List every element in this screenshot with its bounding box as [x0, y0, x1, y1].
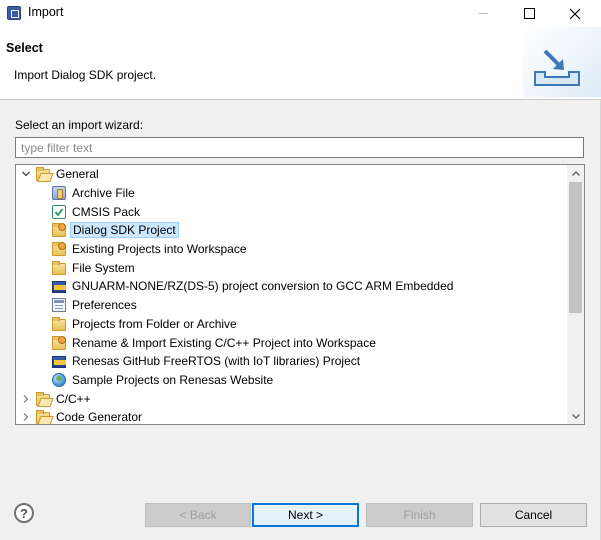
- tree-item-label: Archive File: [72, 186, 135, 201]
- import-tray-icon: [534, 49, 580, 86]
- tree-item-label: Existing Projects into Workspace: [72, 242, 247, 257]
- tree-item-cmsis-pack[interactable]: CMSIS Pack: [16, 202, 567, 221]
- minimize-button[interactable]: [460, 0, 506, 27]
- help-button[interactable]: ?: [14, 503, 34, 523]
- wizard-header: Select Import Dialog SDK project.: [0, 27, 601, 100]
- folder-icon: [52, 260, 66, 275]
- page-description: Import Dialog SDK project.: [14, 68, 157, 82]
- tree-item-code-generator[interactable]: Code Generator: [16, 408, 567, 425]
- chevron-down-icon[interactable]: [20, 168, 32, 180]
- back-button[interactable]: < Back: [145, 503, 251, 527]
- tree-item-label: C/C++: [56, 391, 91, 406]
- tree-item-preferences[interactable]: Preferences: [16, 296, 567, 315]
- chevron-right-icon[interactable]: [20, 393, 32, 405]
- tree-item-label: GNUARM-NONE/RZ(DS-5) project conversion …: [72, 279, 454, 294]
- gnu-folder-icon: [52, 356, 66, 369]
- filter-input[interactable]: [15, 137, 584, 158]
- folder-open-icon: [36, 410, 50, 424]
- chevron-down-icon: [571, 413, 580, 419]
- tree-item-gnuarm-conversion[interactable]: GNUARM-NONE/RZ(DS-5) project conversion …: [16, 277, 567, 296]
- tree-item-label: General: [56, 167, 99, 182]
- maximize-button[interactable]: [506, 0, 552, 27]
- tree-item-dialog-sdk-project[interactable]: Dialog SDK Project: [16, 221, 567, 240]
- vertical-scrollbar[interactable]: [567, 165, 584, 424]
- cancel-button[interactable]: Cancel: [480, 503, 587, 527]
- tree-item-label: File System: [72, 260, 135, 275]
- tree-item-label: Preferences: [72, 298, 137, 313]
- tree-item-file-system[interactable]: File System: [16, 258, 567, 277]
- tree-item-renesas-freertos[interactable]: Renesas GitHub FreeRTOS (with IoT librar…: [16, 352, 567, 371]
- folder-icon: [52, 316, 66, 331]
- folder-open-icon: [36, 167, 50, 182]
- close-icon: [569, 8, 581, 19]
- window-title: Import: [28, 5, 64, 19]
- banner-area: [523, 27, 601, 97]
- wizard-tree[interactable]: General Archive File CMSIS Pack Dialog S…: [15, 164, 585, 425]
- preferences-icon: [52, 298, 66, 313]
- tree-item-cpp[interactable]: C/C++: [16, 389, 567, 408]
- folder-open-icon: [36, 391, 50, 406]
- tree-item-label: Renesas GitHub FreeRTOS (with IoT librar…: [72, 354, 361, 369]
- scrollbar-thumb[interactable]: [569, 182, 582, 313]
- chevron-right-icon[interactable]: [20, 411, 32, 423]
- gnu-folder-icon: [52, 281, 66, 294]
- next-button[interactable]: Next >: [252, 503, 359, 527]
- tree-rows: General Archive File CMSIS Pack Dialog S…: [16, 165, 567, 425]
- maximize-icon: [523, 8, 535, 19]
- tree-item-archive-file[interactable]: Archive File: [16, 184, 567, 203]
- scroll-down-button[interactable]: [567, 407, 584, 424]
- archive-file-icon: [52, 186, 66, 201]
- tree-item-label: Projects from Folder or Archive: [72, 316, 237, 331]
- chevron-up-icon: [571, 170, 580, 176]
- tree-item-label: Dialog SDK Project: [70, 222, 179, 239]
- tree-item-general[interactable]: General: [16, 165, 567, 184]
- cmsis-pack-icon: [52, 204, 66, 219]
- import-folder-icon: [52, 335, 66, 350]
- tree-item-projects-from-folder[interactable]: Projects from Folder or Archive: [16, 315, 567, 334]
- import-folder-icon: [52, 223, 66, 238]
- tree-item-label: Code Generator: [56, 410, 143, 425]
- tree-item-existing-projects[interactable]: Existing Projects into Workspace: [16, 240, 567, 259]
- scroll-up-button[interactable]: [567, 165, 584, 182]
- tree-item-label: Rename & Import Existing C/C++ Project i…: [72, 335, 376, 350]
- minimize-icon: [478, 13, 488, 14]
- tree-item-sample-projects[interactable]: Sample Projects on Renesas Website: [16, 371, 567, 390]
- tree-item-label: CMSIS Pack: [72, 204, 141, 219]
- import-dialog: Import Select Import Dialog SDK project.…: [0, 0, 601, 540]
- wizard-label: Select an import wizard:: [15, 118, 144, 132]
- app-icon: [7, 6, 21, 20]
- tree-item-rename-import[interactable]: Rename & Import Existing C/C++ Project i…: [16, 333, 567, 352]
- import-folder-icon: [52, 242, 66, 257]
- globe-icon: [52, 372, 66, 387]
- tree-item-label: Sample Projects on Renesas Website: [72, 372, 274, 387]
- help-icon: ?: [20, 505, 28, 521]
- close-button[interactable]: [552, 0, 598, 27]
- title-bar: Import: [0, 0, 601, 27]
- page-title: Select: [6, 41, 43, 55]
- finish-button[interactable]: Finish: [366, 503, 473, 527]
